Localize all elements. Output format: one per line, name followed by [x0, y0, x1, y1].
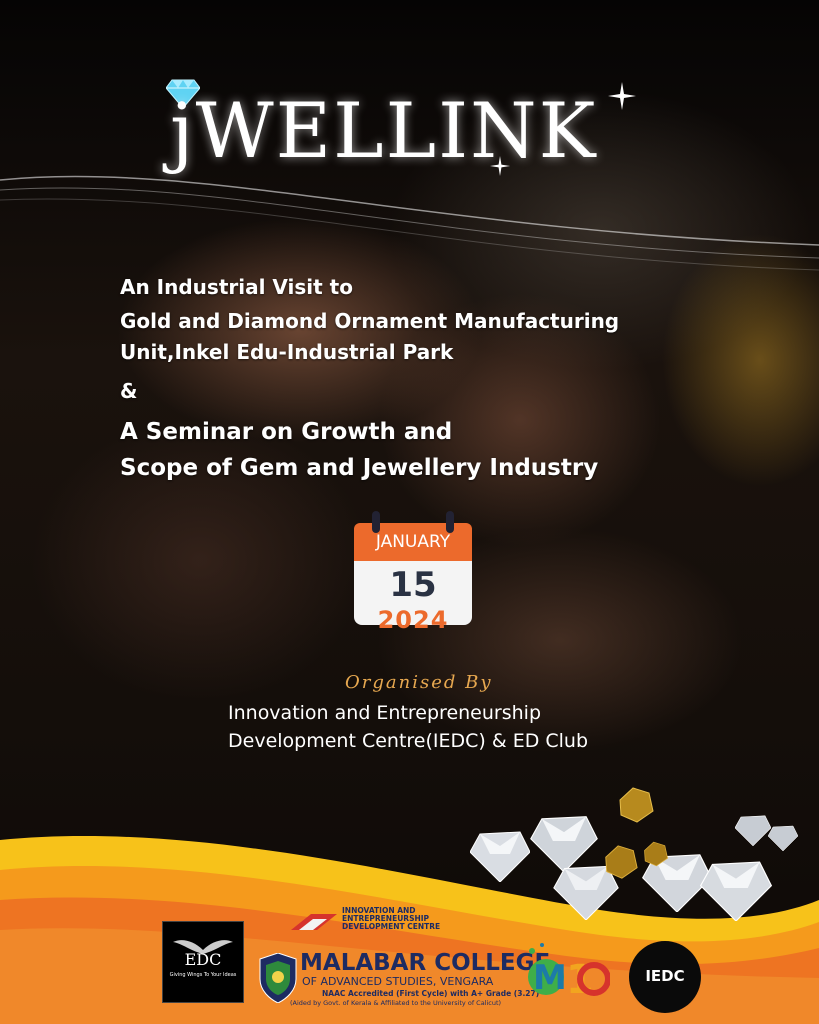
headline-ampersand: &	[120, 379, 138, 403]
iedc-circle-text: IEDC	[645, 967, 685, 985]
diamond-gem-icon	[735, 815, 771, 846]
gold-nugget-icon	[644, 841, 668, 867]
edc-logo-text: EDC	[184, 950, 222, 969]
headline-line-1: An Industrial Visit to	[120, 275, 353, 299]
svg-text:M: M	[533, 958, 567, 998]
calendar-day: 15	[389, 565, 437, 605]
college-subtitle: OF ADVANCED STUDIES, VENGARA	[302, 975, 494, 988]
organiser-line-1: Innovation and Entrepreneurship	[228, 702, 542, 724]
college-name: MALABAR COLLEGE	[300, 950, 551, 976]
calendar-year: 2024	[377, 606, 449, 634]
calendar-ring	[372, 511, 380, 533]
headline-line-2: Gold and Diamond Ornament Manufacturing	[120, 309, 620, 333]
college-aided: (Aided by Govt. of Kerala & Affiliated t…	[290, 999, 502, 1007]
calendar-ring	[446, 511, 454, 533]
event-logo: jWELLINK	[160, 78, 640, 198]
iedc-text: INNOVATION AND ENTREPRENEURSHIP DEVELOPM…	[342, 907, 440, 931]
anniversary-logo: M 1	[528, 943, 610, 1003]
headline-line-3: Unit,Inkel Edu-Industrial Park	[120, 340, 454, 364]
organiser-line-2: Development Centre(IEDC) & ED Club	[228, 730, 589, 752]
edc-logo: EDC Giving Wings To Your Ideas	[162, 921, 244, 1003]
organised-by-label: Organised By	[345, 672, 493, 693]
iedc-circle-logo: IEDC	[629, 941, 701, 1013]
college-naac: NAAC Accredited (First Cycle) with A+ Gr…	[322, 989, 540, 998]
sparkle-icon	[608, 82, 636, 110]
calendar-icon: JANUARY 15 2024	[354, 511, 474, 634]
sparkle-icon	[490, 156, 510, 176]
diamond-gem-icon	[470, 831, 530, 882]
gold-nugget-icon	[619, 787, 654, 823]
diamond-gem-icon	[768, 825, 798, 852]
college-crest-icon	[259, 953, 297, 1003]
iedc-mark-icon	[291, 914, 337, 930]
headline-line-5: Scope of Gem and Jewellery Industry	[120, 455, 599, 481]
event-title: jWELLINK	[170, 86, 598, 175]
iedc-text-line-3: DEVELOPMENT CENTRE	[342, 922, 441, 931]
gold-nugget-icon	[605, 845, 638, 879]
edc-tagline: Giving Wings To Your Ideas	[169, 972, 237, 978]
diamond-gem-icon	[700, 861, 772, 921]
headline-line-4: A Seminar on Growth and	[120, 419, 453, 445]
